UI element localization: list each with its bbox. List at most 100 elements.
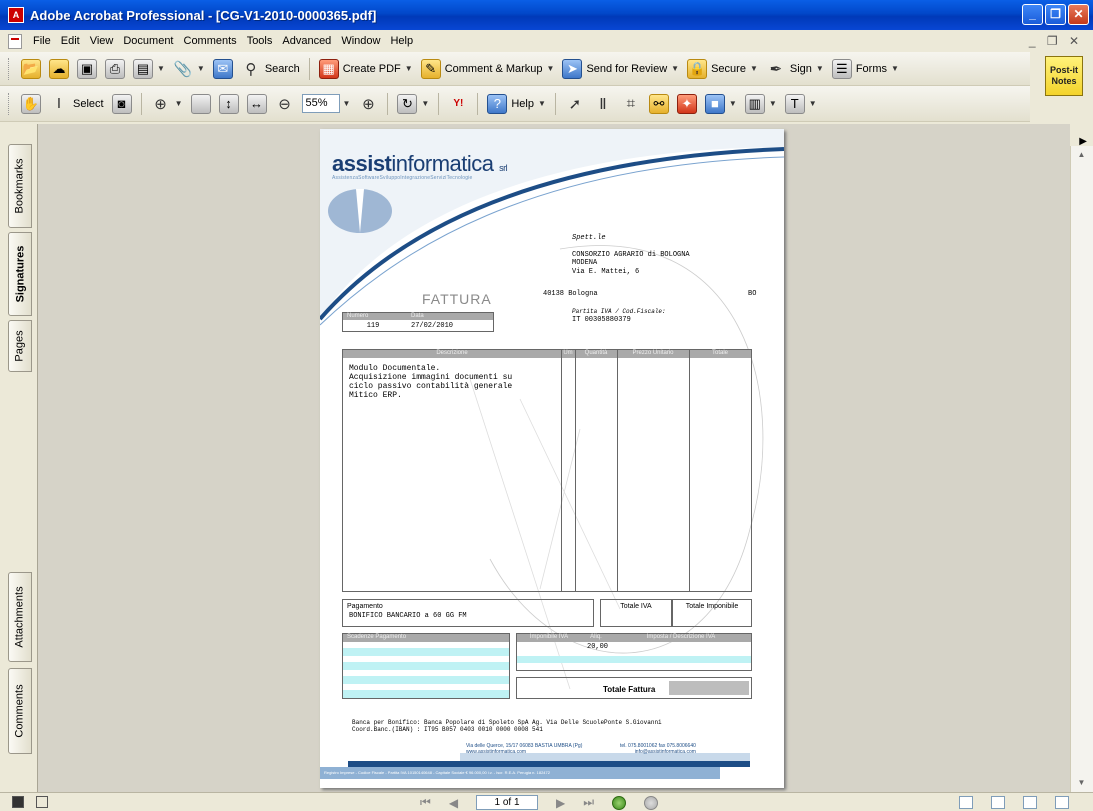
create-pdf-button[interactable]: Create PDF [343,63,401,75]
email-icon[interactable]: ✉ [212,58,233,79]
sign-dropdown-icon[interactable]: ▼ [816,64,824,73]
arrow-pointer-icon[interactable]: ➚ [565,94,585,114]
tab-bookmarks[interactable]: Bookmarks [8,144,32,228]
snapshot-icon[interactable]: ◙ [111,93,132,114]
touchup-text-icon[interactable]: Ⅱ [593,94,613,114]
pen-icon[interactable]: ✒ [766,59,786,79]
organizer-icon[interactable]: ☁ [49,58,69,79]
menu-tools[interactable]: Tools [242,35,278,47]
tasks-dropdown-icon[interactable]: ▼ [157,64,165,73]
tab-attachments[interactable]: Attachments [8,572,32,662]
acrobat-app-icon[interactable]: A [8,7,24,23]
rotate-view-icon[interactable]: ↻ [397,93,418,114]
sign-button[interactable]: Sign [790,63,812,75]
scroll-down-icon[interactable]: ▼ [1071,774,1092,792]
post-it-notes-button[interactable]: Post-it Notes [1045,56,1083,96]
select-cursor-icon[interactable]: I [49,94,69,114]
menu-document[interactable]: Document [118,35,178,47]
menu-edit[interactable]: Edit [56,35,85,47]
link-tool-icon[interactable]: ⚯ [648,93,669,114]
comment-markup-icon[interactable]: ✎ [420,58,441,79]
zoom-in-icon[interactable]: ⊕ [358,94,378,114]
send-review-dropdown-icon[interactable]: ▼ [671,64,679,73]
page-options-icon[interactable] [36,796,48,808]
toolbar-grip[interactable] [8,92,11,115]
save-icon[interactable]: ▣ [77,58,97,79]
text-field-tool-icon[interactable]: T [784,93,805,114]
help-icon[interactable]: ? [487,93,508,114]
facing-layout-icon[interactable] [1023,796,1037,809]
forms-button[interactable]: Forms [856,63,887,75]
zoom-input[interactable]: 55% [301,94,340,113]
lock-icon[interactable]: 🔒 [687,58,708,79]
menu-comments[interactable]: Comments [179,35,242,47]
menu-file[interactable]: File [28,35,56,47]
menu-advanced[interactable]: Advanced [277,35,336,47]
page-number-input[interactable]: 1 of 1 [476,795,539,810]
attach-icon[interactable]: 📎 [173,59,193,79]
create-pdf-dropdown-icon[interactable]: ▼ [405,64,413,73]
secure-button[interactable]: Secure [711,63,746,75]
continuous-facing-layout-icon[interactable] [1055,796,1069,809]
movie-dropdown-icon[interactable]: ▼ [769,99,777,108]
next-view-icon[interactable] [644,795,659,810]
zoom-in-tool-icon[interactable]: ⊕ [151,94,171,114]
menu-help[interactable]: Help [385,35,418,47]
document-view[interactable]: assistinformatica srl AssistenzaSoftware… [38,124,1070,792]
scroll-up-icon[interactable]: ▲ [1071,146,1092,164]
help-dropdown-icon[interactable]: ▼ [538,99,546,108]
close-button[interactable]: ✕ [1068,4,1089,25]
single-page-layout-icon[interactable] [959,796,973,809]
shape-tool-icon[interactable]: ■ [704,93,725,114]
hand-tool-icon[interactable]: ✋ [21,93,41,114]
minimize-button[interactable]: _ [1022,4,1043,25]
print-icon[interactable]: ⎙ [105,58,125,79]
zoom-dropdown-icon[interactable]: ▼ [343,99,351,108]
forms-dropdown-icon[interactable]: ▼ [891,64,899,73]
open-folder-icon[interactable]: 📂 [21,58,41,79]
text-field-dropdown-icon[interactable]: ▼ [809,99,817,108]
attach-dropdown-icon[interactable]: ▼ [197,64,205,73]
document-menu-icon[interactable] [8,33,22,49]
fit-width-icon[interactable]: ↔ [246,93,267,114]
send-review-icon[interactable]: ➤ [562,58,583,79]
zoom-out-icon[interactable]: ⊖ [275,94,295,114]
previous-page-icon[interactable]: ◀ [449,796,458,810]
comment-markup-button[interactable]: Comment & Markup [445,63,543,75]
yahoo-icon[interactable]: Y! [448,94,468,114]
select-tool-button[interactable]: Select [73,98,104,110]
comment-markup-dropdown-icon[interactable]: ▼ [547,64,555,73]
forms-icon[interactable]: ☰ [831,58,852,79]
tab-pages[interactable]: Pages [8,320,32,372]
last-page-icon[interactable]: ⏭ [583,795,594,810]
actual-size-icon[interactable] [190,93,211,114]
navigation-pane-icon[interactable] [12,796,24,808]
create-pdf-icon[interactable]: ▦ [318,58,339,79]
crop-icon[interactable]: ⌗ [621,94,641,114]
tasks-icon[interactable]: ▤ [133,58,153,79]
continuous-layout-icon[interactable] [991,796,1005,809]
restore-button[interactable]: ❐ [1045,4,1066,25]
pdf-page[interactable]: assistinformatica srl AssistenzaSoftware… [320,129,784,788]
fit-page-icon[interactable]: ↕ [218,93,239,114]
next-page-icon[interactable]: ▶ [556,796,565,810]
document-window-controls[interactable]: _ ❐ ✕ [1029,34,1083,48]
vertical-scrollbar[interactable]: ▲ ▼ [1070,146,1093,792]
tab-comments[interactable]: Comments [8,668,32,754]
menu-window[interactable]: Window [336,35,385,47]
menu-view[interactable]: View [85,35,119,47]
search-button[interactable]: Search [265,63,300,75]
rotate-dropdown-icon[interactable]: ▼ [421,99,429,108]
first-page-icon[interactable]: ⏮ [420,795,431,810]
article-tool-icon[interactable]: ✦ [676,93,697,114]
secure-dropdown-icon[interactable]: ▼ [750,64,758,73]
previous-view-icon[interactable] [612,795,627,810]
tab-signatures[interactable]: Signatures [8,232,32,316]
binoculars-icon[interactable]: ⚲ [241,59,261,79]
movie-tool-icon[interactable]: ▥ [744,93,765,114]
help-button[interactable]: Help [511,98,534,110]
zoom-tool-dropdown-icon[interactable]: ▼ [175,99,183,108]
send-review-button[interactable]: Send for Review [586,63,667,75]
toolbar-grip[interactable] [8,57,11,80]
shape-dropdown-icon[interactable]: ▼ [729,99,737,108]
